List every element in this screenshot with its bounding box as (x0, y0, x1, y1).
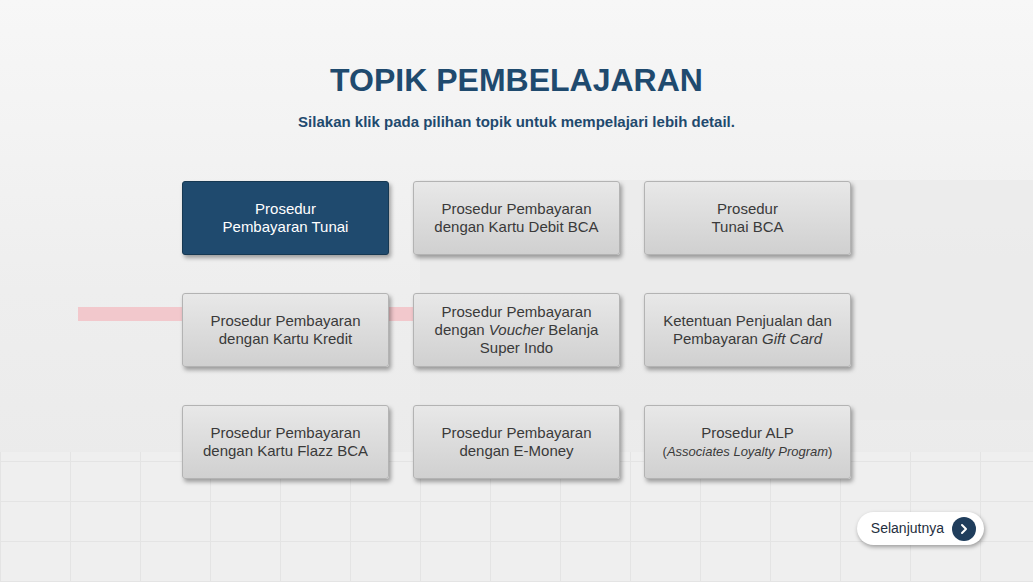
topic-line: Prosedur Pembayaran (210, 312, 360, 330)
footer: Selanjutnya (0, 512, 1033, 545)
topic-line: (Associates Loyalty Program) (663, 442, 833, 461)
arrow-right-icon (952, 517, 976, 541)
next-button[interactable]: Selanjutnya (857, 512, 984, 545)
topic-line: Pembayaran Tunai (223, 218, 349, 236)
topic-line: Prosedur (717, 200, 778, 218)
topic-card[interactable]: Prosedur Pembayarandengan Kartu Kredit (182, 293, 389, 367)
topic-line: dengan Kartu Kredit (219, 330, 352, 348)
title: TOPIK PEMBELAJARAN (330, 60, 703, 100)
topic-card[interactable]: ProsedurPembayaran Tunai (182, 181, 389, 255)
topic-line: Prosedur Pembayaran (210, 424, 360, 442)
learning-topics-slide: TOPIK PEMBELAJARAN Silakan klik pada pili… (0, 0, 1033, 582)
subtitle: Silakan klik pada pilihan topik untuk me… (298, 112, 735, 132)
topic-line: dengan Voucher Belanja (435, 321, 599, 339)
topic-line: Prosedur ALP (701, 424, 794, 442)
topic-line: Prosedur Pembayaran (441, 303, 591, 321)
topic-line: dengan E-Money (459, 442, 573, 460)
topic-line: Tunai BCA (712, 218, 784, 236)
topic-card[interactable]: Prosedur Pembayarandengan E-Money (413, 405, 620, 479)
next-label: Selanjutnya (871, 518, 944, 539)
content: TOPIK PEMBELAJARAN Silakan klik pada pili… (0, 0, 1033, 582)
topic-card[interactable]: ProsedurTunai BCA (644, 181, 851, 255)
topic-card[interactable]: Prosedur Pembayarandengan Kartu Debit BC… (413, 181, 620, 255)
topic-card[interactable]: Prosedur Pembayarandengan Kartu Flazz BC… (182, 405, 389, 479)
topic-line: Super Indo (480, 339, 553, 357)
topic-grid: ProsedurPembayaran TunaiProsedur Pembaya… (182, 181, 851, 479)
topic-line: Prosedur Pembayaran (441, 200, 591, 218)
topic-line: Prosedur (255, 200, 316, 218)
topic-line: Ketentuan Penjualan dan (663, 312, 831, 330)
topic-card[interactable]: Prosedur Pembayarandengan Voucher Belanj… (413, 293, 620, 367)
topic-line: dengan Kartu Debit BCA (434, 218, 598, 236)
topic-line: dengan Kartu Flazz BCA (203, 442, 368, 460)
topic-card[interactable]: Prosedur ALP(Associates Loyalty Program) (644, 405, 851, 479)
topic-line: Prosedur Pembayaran (441, 424, 591, 442)
topic-card[interactable]: Ketentuan Penjualan danPembayaran Gift C… (644, 293, 851, 367)
topic-line: Pembayaran Gift Card (673, 330, 822, 348)
